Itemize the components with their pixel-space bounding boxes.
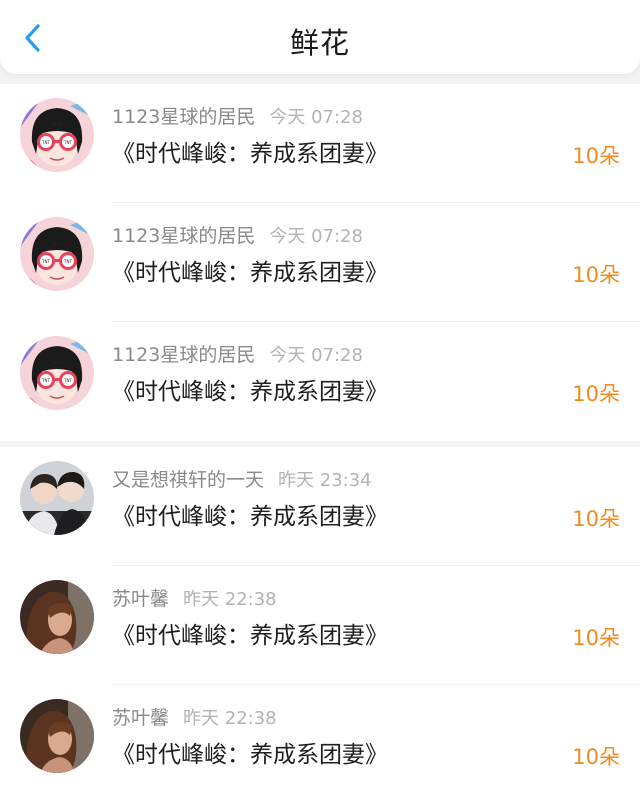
flower-record-list: 1123星球的居民 今天 07:28 《时代峰峻：养成系团妻》 10朵 1123星… — [0, 84, 640, 804]
gift-title: 《时代峰峻：养成系团妻》 — [112, 623, 388, 649]
woman-photo-avatar — [20, 580, 94, 654]
cartoon-girl-sunglasses-avatar — [20, 217, 94, 291]
list-item[interactable]: 苏叶馨 昨天 22:38 《时代峰峻：养成系团妻》 10朵 — [0, 685, 640, 804]
flower-count: 10朵 — [572, 507, 620, 531]
woman-photo-avatar — [20, 699, 94, 773]
cartoon-girl-sunglasses-avatar — [20, 336, 94, 410]
list-item[interactable]: 1123星球的居民 今天 07:28 《时代峰峻：养成系团妻》 10朵 — [0, 84, 640, 203]
timestamp: 昨天 23:34 — [278, 470, 372, 491]
avatar[interactable] — [20, 699, 94, 773]
flower-count: 10朵 — [572, 263, 620, 287]
two-boys-photo-avatar — [20, 461, 94, 535]
flower-count: 10朵 — [572, 745, 620, 769]
page-title: 鲜花 — [289, 26, 350, 60]
gift-title: 《时代峰峻：养成系团妻》 — [112, 504, 388, 530]
flower-count: 10朵 — [572, 144, 620, 168]
cartoon-girl-sunglasses-avatar — [20, 98, 94, 172]
timestamp: 昨天 22:38 — [183, 589, 277, 610]
gift-title: 《时代峰峻：养成系团妻》 — [112, 742, 388, 768]
timestamp: 昨天 22:38 — [183, 708, 277, 729]
avatar[interactable] — [20, 580, 94, 654]
flower-count: 10朵 — [572, 626, 620, 650]
record-group: 1123星球的居民 今天 07:28 《时代峰峻：养成系团妻》 10朵 1123星… — [0, 84, 640, 441]
list-item[interactable]: 1123星球的居民 今天 07:28 《时代峰峻：养成系团妻》 10朵 — [0, 203, 640, 322]
avatar[interactable] — [20, 336, 94, 410]
record-meta: 苏叶馨 昨天 22:38 — [112, 703, 277, 730]
list-item[interactable]: 1123星球的居民 今天 07:28 《时代峰峻：养成系团妻》 10朵 — [0, 322, 640, 441]
avatar[interactable] — [20, 98, 94, 172]
gift-title: 《时代峰峻：养成系团妻》 — [112, 379, 388, 405]
record-meta: 1123星球的居民 今天 07:28 — [112, 340, 363, 367]
record-meta: 又是想祺轩的一天 昨天 23:34 — [112, 465, 372, 492]
username[interactable]: 1123星球的居民 — [112, 106, 255, 128]
timestamp: 今天 07:28 — [269, 107, 363, 128]
username[interactable]: 1123星球的居民 — [112, 225, 255, 247]
record-meta: 1123星球的居民 今天 07:28 — [112, 102, 363, 129]
timestamp: 今天 07:28 — [269, 226, 363, 247]
gift-title: 《时代峰峻：养成系团妻》 — [112, 260, 388, 286]
username[interactable]: 苏叶馨 — [112, 588, 169, 610]
record-meta: 苏叶馨 昨天 22:38 — [112, 584, 277, 611]
gift-title: 《时代峰峻：养成系团妻》 — [112, 141, 388, 167]
avatar[interactable] — [20, 461, 94, 535]
timestamp: 今天 07:28 — [269, 345, 363, 366]
username[interactable]: 1123星球的居民 — [112, 344, 255, 366]
avatar[interactable] — [20, 217, 94, 291]
record-group: 又是想祺轩的一天 昨天 23:34 《时代峰峻：养成系团妻》 10朵 苏叶馨 昨天 … — [0, 447, 640, 804]
username[interactable]: 苏叶馨 — [112, 707, 169, 729]
flower-count: 10朵 — [572, 382, 620, 406]
record-meta: 1123星球的居民 今天 07:28 — [112, 221, 363, 248]
app-header: 鲜花 — [0, 0, 640, 74]
list-item[interactable]: 又是想祺轩的一天 昨天 23:34 《时代峰峻：养成系团妻》 10朵 — [0, 447, 640, 566]
list-item[interactable]: 苏叶馨 昨天 22:38 《时代峰峻：养成系团妻》 10朵 — [0, 566, 640, 685]
username[interactable]: 又是想祺轩的一天 — [112, 469, 264, 491]
